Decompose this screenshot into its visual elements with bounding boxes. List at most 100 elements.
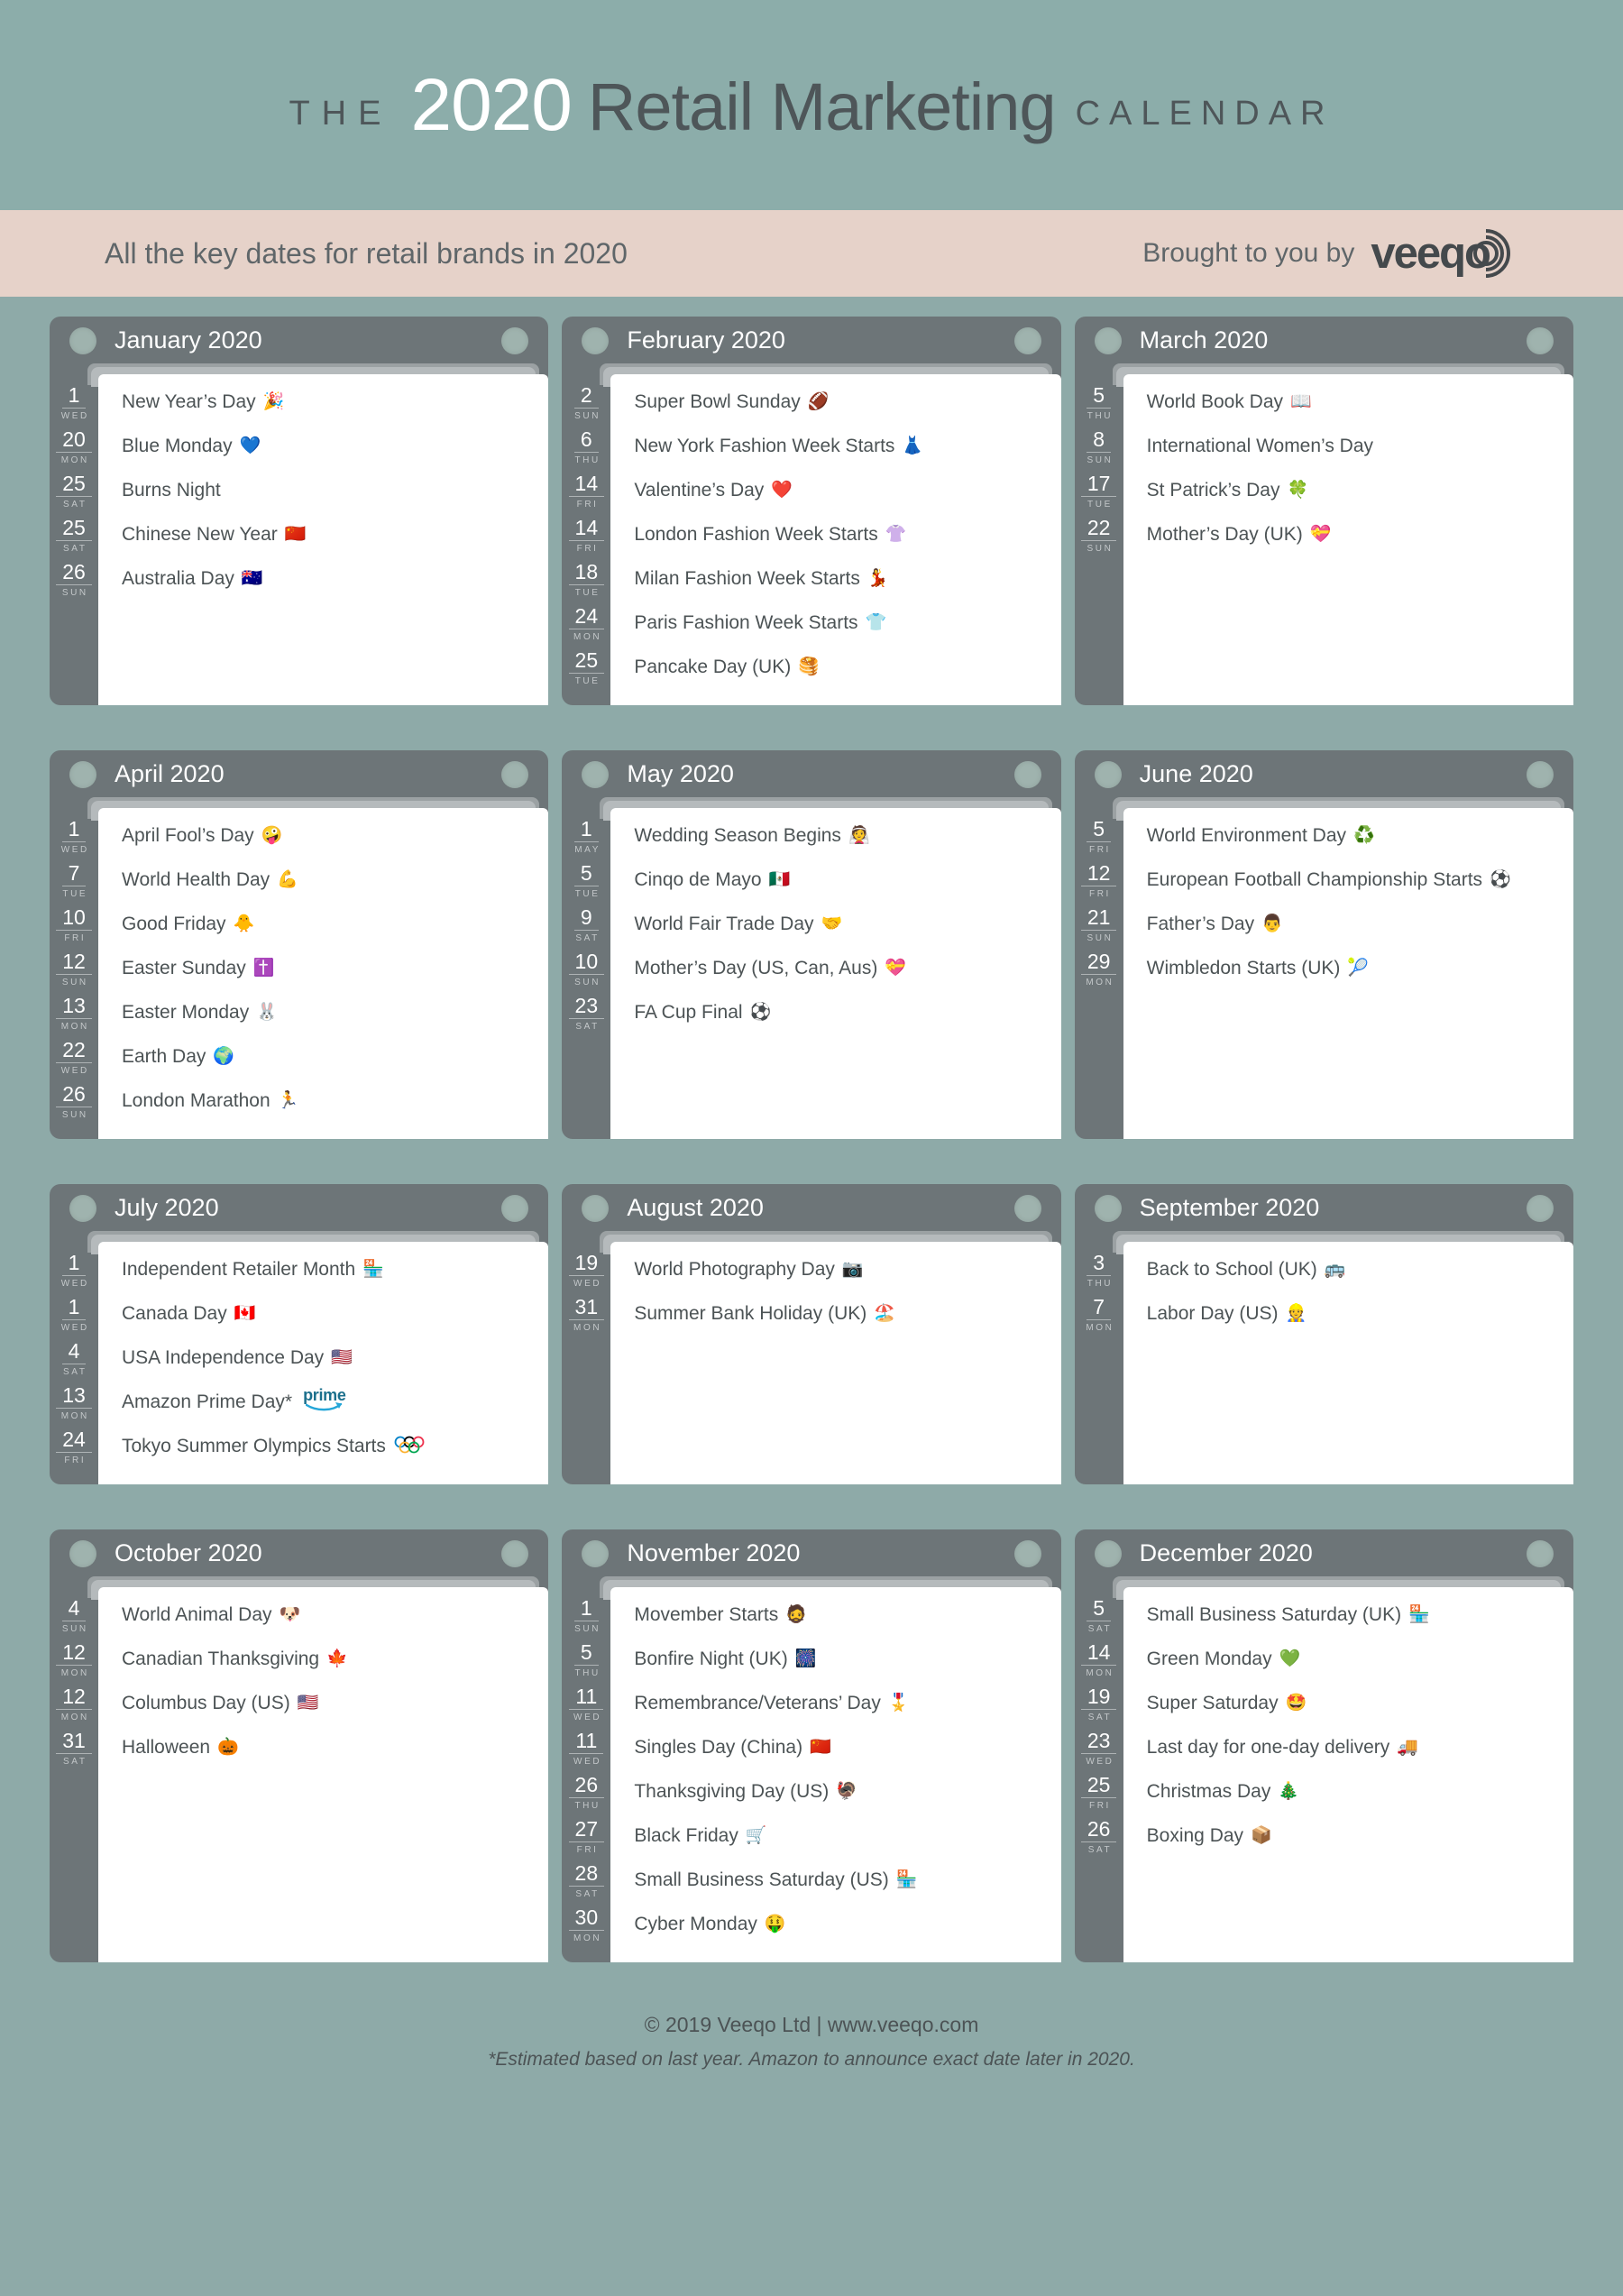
event-row: Super Bowl Sunday 🏈	[610, 390, 1060, 435]
day-number: 1	[573, 1598, 599, 1621]
event-row: Easter Monday 🐰	[98, 1001, 548, 1045]
month-card-header: April 2020	[50, 750, 549, 797]
event-label: Canadian Thanksgiving	[122, 1649, 320, 1669]
event-row: World Environment Day ♻️	[1123, 824, 1573, 868]
event-emoji-icon: 🎉	[262, 392, 285, 411]
event-label: Earth Day	[122, 1046, 206, 1067]
date-cell: 23 SAT	[562, 996, 610, 1040]
day-number: 19	[1080, 1686, 1117, 1710]
date-cell: 5 SAT	[1075, 1598, 1123, 1642]
date-column: 19 WED 31 MON	[562, 1231, 610, 1474]
day-number: 4	[61, 1598, 87, 1621]
event-label: Labor Day (US)	[1146, 1303, 1279, 1324]
masthead: THE 2020 Retail Marketing CALENDAR	[0, 0, 1623, 210]
event-emoji-icon: 🧔	[785, 1605, 807, 1624]
day-number: 3	[1087, 1253, 1112, 1276]
date-cell: 19 SAT	[1075, 1686, 1123, 1731]
month-card: July 2020 1 WED 1 WED 4 SAT 13 MON 24 FRI Independe…	[50, 1184, 549, 1484]
weekday-abbrev: WED	[60, 1279, 89, 1289]
event-row: USA Independence Day 🇺🇸	[98, 1346, 548, 1391]
binder-ring-left-icon	[1094, 1540, 1122, 1567]
weekday-abbrev: THU	[574, 455, 601, 465]
event-row: London Fashion Week Starts 👚	[610, 523, 1060, 567]
weekday-abbrev: WED	[573, 1713, 602, 1722]
binder-ring-left-icon	[69, 761, 96, 788]
date-cell: 31 SAT	[50, 1731, 98, 1775]
day-number: 1	[573, 819, 599, 842]
day-number: 26	[56, 562, 92, 585]
event-row: Amazon Prime Day* prime	[98, 1387, 548, 1435]
date-cell: 2 SUN	[562, 385, 610, 429]
event-emoji-icon: 🇺🇸	[331, 1348, 353, 1367]
event-emoji-icon: 🎄	[1278, 1782, 1300, 1801]
weekday-abbrev: SAT	[575, 1889, 600, 1899]
event-label: Bonfire Night (UK)	[634, 1649, 788, 1669]
event-label: Small Business Saturday (UK)	[1146, 1604, 1402, 1625]
day-number: 21	[1080, 907, 1117, 931]
date-cell: 7 TUE	[50, 863, 98, 907]
binder-ring-left-icon	[1094, 761, 1122, 788]
day-number: 18	[568, 562, 605, 585]
day-number: 25	[1080, 1775, 1117, 1798]
weekday-abbrev: SAT	[575, 933, 600, 943]
day-number: 23	[1080, 1731, 1117, 1754]
date-cell: 25 SAT	[50, 473, 98, 518]
event-emoji-icon: 🐶	[279, 1605, 301, 1624]
event-label: London Marathon	[122, 1090, 270, 1111]
date-cell: 28 SAT	[562, 1863, 610, 1907]
month-title: December 2020	[1139, 1538, 1313, 1566]
event-emoji-icon: 🐥	[233, 914, 255, 933]
event-sheet: New Year’s Day 🎉 Blue Monday 💙 Burns Night Ch…	[98, 374, 549, 705]
date-column: 5 FRI 12 FRI 21 SUN 29 MON	[1075, 797, 1123, 1128]
date-cell: 31 MON	[562, 1297, 610, 1341]
date-cell: 24 MON	[562, 606, 610, 650]
event-row: Boxing Day 📦	[1123, 1824, 1573, 1869]
month-card-header: September 2020	[1074, 1184, 1573, 1231]
event-row: Christmas Day 🎄	[1123, 1780, 1573, 1824]
date-column: 1 WED 20 MON 25 SAT 25 SAT 26 SUN	[50, 363, 98, 694]
event-row: Labor Day (US) 👷	[1123, 1302, 1573, 1346]
date-cell: 14 FRI	[562, 518, 610, 562]
binder-ring-right-icon	[501, 761, 529, 788]
weekday-abbrev: FRI	[64, 1456, 87, 1465]
weekday-abbrev: WED	[1086, 1757, 1114, 1767]
event-row: Easter Sunday ✝️	[98, 957, 548, 1001]
event-label: World Photography Day	[634, 1259, 835, 1280]
date-column: 5 THU 8 SUN 17 TUE 22 SUN	[1075, 363, 1123, 694]
event-row: Bonfire Night (UK) 🎆	[610, 1648, 1060, 1692]
event-row: London Marathon 🏃	[98, 1089, 548, 1134]
event-emoji-icon: 📖	[1290, 392, 1312, 411]
date-cell: 21 SUN	[1075, 907, 1123, 951]
date-cell: 12 FRI	[1075, 863, 1123, 907]
event-row: Milan Fashion Week Starts 💃	[610, 567, 1060, 611]
date-cell: 14 FRI	[562, 473, 610, 518]
weekday-abbrev: MON	[573, 1933, 602, 1943]
masthead-calendar-label: CALENDAR	[1075, 94, 1334, 133]
event-row: Cyber Monday 🤑	[610, 1913, 1060, 1957]
masthead-main-title: Retail Marketing	[587, 69, 1057, 144]
event-emoji-icon: 💙	[239, 436, 261, 455]
weekday-abbrev: SAT	[63, 500, 87, 510]
veeqo-logo[interactable]: veeqo	[1371, 225, 1518, 281]
date-cell: 26 SAT	[1075, 1819, 1123, 1863]
event-row: World Fair Trade Day 🤝	[610, 913, 1060, 957]
day-number: 13	[56, 1385, 92, 1409]
event-label: London Fashion Week Starts	[634, 524, 878, 545]
weekday-abbrev: WED	[60, 1066, 89, 1076]
day-number: 5	[573, 1642, 599, 1666]
weekday-abbrev: MON	[1086, 1323, 1114, 1333]
event-sheet: Small Business Saturday (UK) 🏪 Green Monda…	[1123, 1587, 1573, 1962]
event-label: Chinese New Year	[122, 524, 278, 545]
event-emoji-icon: 🏈	[807, 392, 830, 411]
event-sheet: Super Bowl Sunday 🏈 New York Fashion Week …	[610, 374, 1061, 705]
event-emoji-icon: 🇲🇽	[768, 870, 791, 889]
event-row: St Patrick’s Day 🍀	[1123, 479, 1573, 523]
day-number: 8	[1087, 429, 1112, 453]
day-number: 4	[61, 1341, 87, 1364]
event-label: Singles Day (China)	[634, 1737, 803, 1758]
event-emoji-icon: 🍁	[326, 1649, 348, 1668]
weekday-abbrev: WED	[573, 1757, 602, 1767]
month-card-header: March 2020	[1074, 317, 1573, 363]
event-row: Back to School (UK) 🚌	[1123, 1258, 1573, 1302]
event-emoji-icon: ⚽	[1490, 870, 1511, 889]
